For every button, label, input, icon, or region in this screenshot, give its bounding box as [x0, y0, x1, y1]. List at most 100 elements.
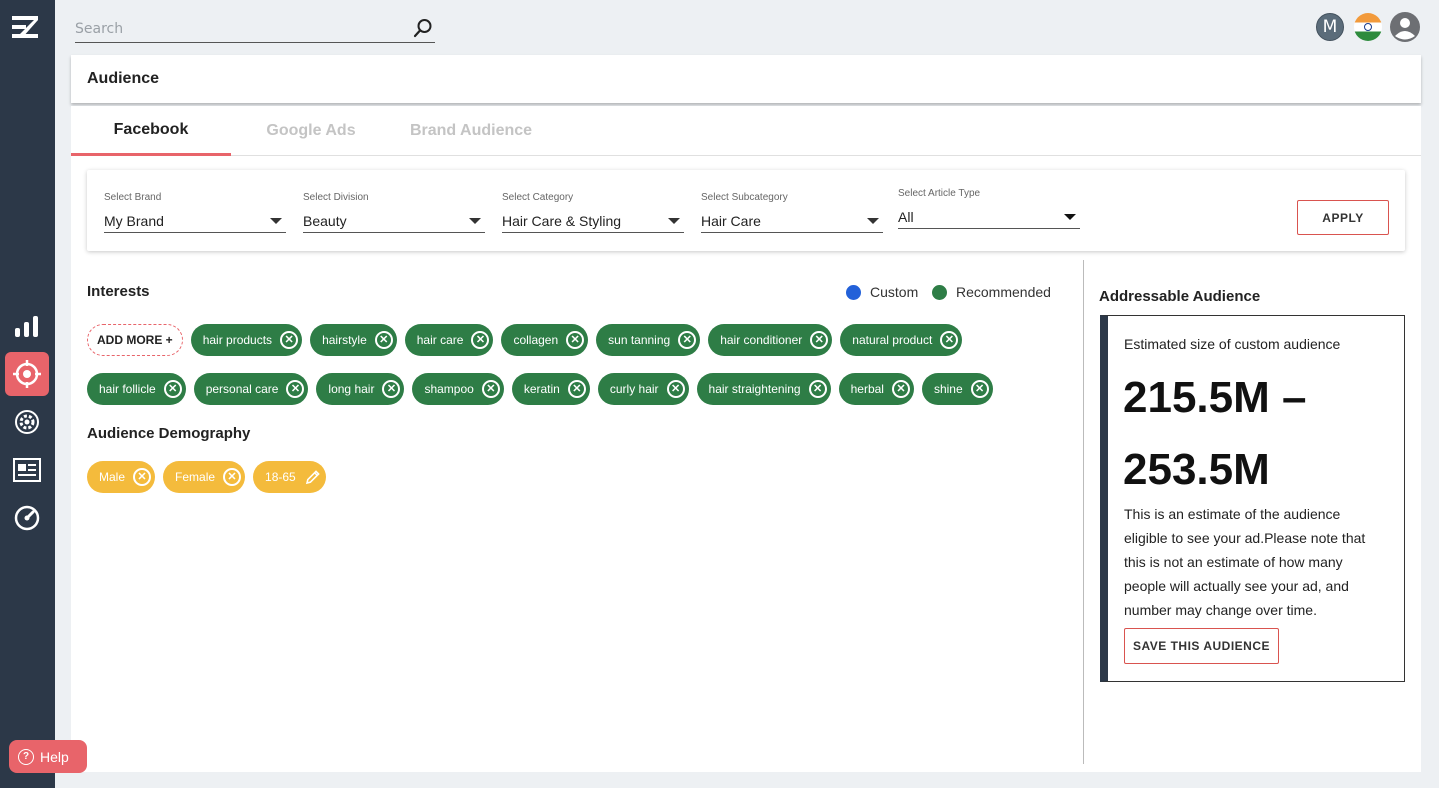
demography-chip-female: Female ✕ — [163, 461, 246, 493]
interests-row-1: ADD MORE + hair products ✕ hairstyle ✕ hai… — [87, 324, 970, 356]
brand-select[interactable]: Select Brand My Brand — [104, 192, 286, 233]
apply-button[interactable]: APPLY — [1297, 200, 1389, 235]
close-icon[interactable]: ✕ — [810, 331, 829, 349]
chip-label: hairstyle — [322, 333, 367, 347]
close-icon[interactable]: ✕ — [382, 380, 401, 398]
close-icon[interactable]: ✕ — [280, 331, 299, 349]
category-select[interactable]: Select Category Hair Care & Styling — [502, 192, 684, 233]
page-title: Audience — [87, 70, 160, 87]
chip-label: natural product — [852, 333, 933, 347]
subcategory-select-label: Select Subcategory — [701, 192, 788, 203]
close-icon[interactable]: ✕ — [374, 331, 393, 349]
close-icon[interactable]: ✕ — [970, 380, 989, 398]
user-avatar[interactable]: M — [1316, 13, 1344, 41]
chip-label: long hair — [328, 382, 375, 396]
news-layout-icon[interactable] — [5, 448, 49, 492]
legend-custom-label: Custom — [870, 284, 919, 300]
interest-chip: hair follicle ✕ — [87, 373, 186, 405]
speedometer-icon[interactable] — [5, 496, 49, 540]
chip-label: hair straightening — [708, 382, 801, 396]
save-audience-button[interactable]: SAVE THIS AUDIENCE — [1124, 628, 1279, 664]
subcategory-select[interactable]: Select Subcategory Hair Care — [701, 192, 883, 233]
account-icon[interactable] — [1390, 12, 1420, 42]
target-audience-icon[interactable] — [5, 352, 49, 396]
filter-bar: Select Brand My Brand Select Division Be… — [87, 170, 1405, 251]
estimate-description: This is an estimate of the audience elig… — [1124, 506, 1366, 618]
close-icon[interactable]: ✕ — [666, 380, 685, 398]
close-icon[interactable]: ✕ — [808, 380, 827, 398]
demography-title: Audience Demography — [87, 425, 251, 442]
interest-chip: curly hair ✕ — [597, 373, 689, 405]
settings-gear-icon[interactable] — [5, 400, 49, 444]
interest-chip: hair straightening ✕ — [696, 373, 831, 405]
add-more-button[interactable]: ADD MORE + — [87, 324, 183, 356]
close-icon[interactable]: ✕ — [223, 468, 242, 486]
interest-chip: shine ✕ — [921, 373, 993, 405]
legend-recommended: Recommended — [932, 284, 1051, 300]
close-icon[interactable]: ✕ — [163, 380, 182, 398]
close-icon[interactable]: ✕ — [891, 380, 910, 398]
chevron-down-icon — [469, 217, 481, 224]
tab-brand-audience[interactable]: Brand Audience — [391, 106, 551, 156]
interest-chip: collagen ✕ — [501, 324, 589, 356]
logo-icon[interactable] — [12, 14, 40, 40]
interest-chip: hair products ✕ — [190, 324, 303, 356]
india-flag-icon[interactable] — [1354, 13, 1382, 41]
division-select[interactable]: Select Division Beauty — [303, 192, 485, 233]
interest-chip: keratin ✕ — [511, 373, 590, 405]
interests-row-2: hair follicle ✕ personal care ✕ long hair ✕… — [87, 373, 1001, 405]
tab-google-ads[interactable]: Google Ads — [231, 106, 391, 156]
category-select-label: Select Category — [502, 192, 574, 203]
question-icon: ? — [18, 748, 34, 765]
help-button[interactable]: ? Help — [9, 740, 87, 773]
demography-row: Male ✕ Female ✕ 18-65 — [87, 461, 334, 493]
chip-label: sun tanning — [608, 333, 671, 347]
legend-recommended-label: Recommended — [956, 284, 1051, 300]
division-select-value: Beauty — [303, 212, 347, 229]
close-icon[interactable]: ✕ — [286, 380, 305, 398]
addressable-audience-card: Estimated size of custom audience 215.5M… — [1100, 315, 1405, 682]
sidebar — [0, 0, 55, 788]
vertical-divider — [1083, 260, 1084, 764]
tab-facebook[interactable]: Facebook — [71, 106, 231, 156]
chevron-down-icon — [867, 217, 879, 224]
chip-label: hair conditioner — [720, 333, 803, 347]
interests-title: Interests — [87, 283, 150, 300]
chip-label: personal care — [205, 382, 279, 396]
interest-chip: hair conditioner ✕ — [708, 324, 833, 356]
subcategory-select-value: Hair Care — [701, 212, 761, 229]
chip-label: Female — [175, 470, 216, 484]
search-input[interactable] — [75, 14, 405, 42]
chip-label: hair follicle — [99, 382, 156, 396]
tab-bar: Facebook Google Ads Brand Audience — [71, 106, 1421, 156]
chevron-down-icon — [668, 217, 680, 224]
close-icon[interactable]: ✕ — [678, 331, 697, 349]
estimate-subtitle: Estimated size of custom audience — [1124, 336, 1341, 352]
chip-label: hair care — [416, 333, 464, 347]
interest-chip: sun tanning ✕ — [596, 324, 701, 356]
analytics-icon[interactable] — [5, 304, 49, 348]
help-label: Help — [40, 748, 69, 765]
brand-select-value: My Brand — [104, 212, 164, 229]
custom-dot-icon — [846, 284, 861, 300]
chip-label: collagen — [513, 333, 559, 347]
article-type-select-value: All — [898, 208, 914, 225]
close-icon[interactable]: ✕ — [940, 331, 959, 349]
article-type-select-label: Select Article Type — [898, 188, 981, 199]
close-icon[interactable]: ✕ — [133, 468, 152, 486]
article-type-select[interactable]: Select Article Type All — [898, 188, 1080, 229]
legend-custom: Custom — [846, 284, 918, 300]
search-icon[interactable] — [413, 18, 433, 42]
chip-label: shine — [933, 382, 963, 396]
close-icon[interactable]: ✕ — [481, 380, 500, 398]
interest-chip: herbal ✕ — [838, 373, 914, 405]
recommended-dot-icon — [932, 284, 947, 300]
chevron-down-icon — [1064, 213, 1076, 220]
main-panel: Facebook Google Ads Brand Audience Selec… — [71, 106, 1421, 772]
close-icon[interactable]: ✕ — [471, 331, 490, 349]
demography-chip-male: Male ✕ — [87, 461, 156, 493]
close-icon[interactable]: ✕ — [567, 380, 586, 398]
chip-label: shampoo — [424, 382, 474, 396]
edit-pencil-icon[interactable] — [304, 468, 322, 486]
close-icon[interactable]: ✕ — [566, 331, 585, 349]
